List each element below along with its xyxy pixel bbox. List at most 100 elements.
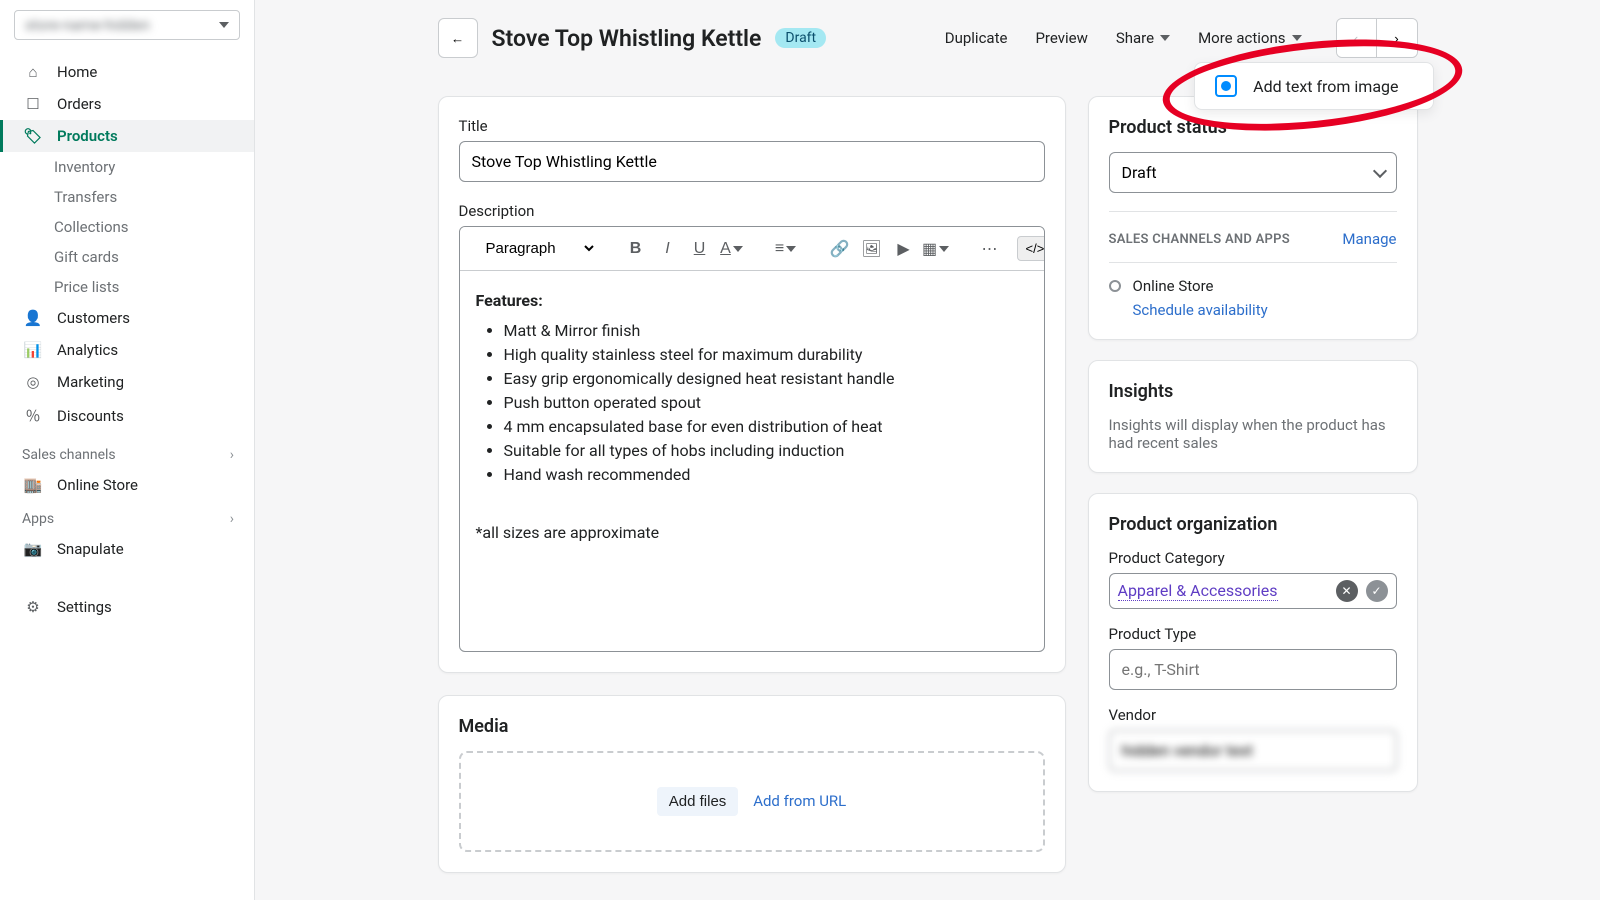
product-status-select[interactable]: Draft [1109, 152, 1397, 193]
status-badge: Draft [775, 28, 826, 48]
home-icon: ⌂ [23, 63, 43, 81]
camera-icon [1215, 75, 1237, 97]
chevron-right-icon: › [230, 447, 234, 463]
nav-inventory[interactable]: Inventory [0, 152, 254, 182]
status-dot-icon [1109, 280, 1121, 292]
media-dropzone[interactable]: Add files Add from URL [459, 751, 1045, 852]
share-button[interactable]: Share [1116, 29, 1170, 47]
feature-item: Push button operated spout [504, 391, 1028, 415]
code-view-button[interactable]: </> [1017, 236, 1045, 261]
clear-category-button[interactable]: ✕ [1336, 580, 1358, 602]
video-button[interactable]: ▶ [889, 234, 919, 264]
org-title: Product organization [1109, 514, 1397, 535]
align-button[interactable]: ≡ [771, 234, 801, 264]
category-label: Product Category [1109, 549, 1397, 567]
add-from-url-link[interactable]: Add from URL [753, 792, 846, 810]
target-icon: ◎ [23, 373, 43, 391]
nav-app-snapulate[interactable]: 📷 Snapulate [0, 533, 254, 565]
main: ← Stove Top Whistling Kettle Draft Dupli… [255, 0, 1600, 900]
orders-icon: ☐ [23, 95, 43, 113]
nav-transfers[interactable]: Transfers [0, 182, 254, 212]
product-status-title: Product status [1109, 117, 1397, 138]
x-icon: ✕ [1341, 584, 1351, 598]
store-name-blurred: store-name-hidden [25, 16, 150, 34]
nav-analytics[interactable]: 📊 Analytics [0, 334, 254, 366]
link-button[interactable]: 🔗 [825, 234, 855, 264]
table-button[interactable]: ▦ [921, 234, 951, 264]
code-icon: </> [1026, 241, 1045, 256]
nav-settings[interactable]: ⚙ Settings [0, 591, 254, 623]
chevron-down-icon [219, 22, 229, 28]
category-chip[interactable]: Apparel & Accessories [1118, 581, 1278, 601]
editor-style-select[interactable]: Paragraph [476, 233, 597, 264]
more-formats-button[interactable]: ⋯ [975, 234, 1005, 264]
underline-icon: U [694, 240, 706, 258]
manage-channels-link[interactable]: Manage [1342, 230, 1396, 248]
page-title: Stove Top Whistling Kettle [492, 25, 762, 52]
more-actions-button[interactable]: More actions [1198, 29, 1301, 47]
feature-item: High quality stainless steel for maximum… [504, 343, 1028, 367]
sidebar: store-name-hidden ⌂ Home ☐ Orders 🏷 Prod… [0, 0, 255, 900]
bold-icon: B [630, 240, 642, 258]
channels-heading: SALES CHANNELS AND APPS [1109, 232, 1290, 247]
nav-marketing[interactable]: ◎ Marketing [0, 366, 254, 398]
nav-collections[interactable]: Collections [0, 212, 254, 242]
apps-heading[interactable]: Apps › [0, 501, 254, 533]
vendor-input[interactable] [1109, 730, 1397, 771]
nav-orders[interactable]: ☐ Orders [0, 88, 254, 120]
features-list: Matt & Mirror finish High quality stainl… [504, 319, 1028, 487]
media-title: Media [459, 716, 1045, 737]
bold-button[interactable]: B [621, 234, 651, 264]
insights-body: Insights will display when the product h… [1109, 416, 1397, 452]
table-icon: ▦ [922, 239, 937, 259]
add-text-from-image-button[interactable]: Add text from image [1194, 62, 1433, 110]
schedule-availability-link[interactable]: Schedule availability [1133, 301, 1397, 319]
image-button[interactable]: 🖼 [857, 234, 887, 264]
title-input[interactable] [459, 141, 1045, 182]
nav-price-lists[interactable]: Price lists [0, 272, 254, 302]
chevron-down-icon [1292, 35, 1302, 41]
back-button[interactable]: ← [438, 18, 478, 58]
product-type-input[interactable] [1109, 649, 1397, 690]
tag-icon: 🏷 [23, 127, 43, 145]
discount-icon: ％ [23, 405, 43, 426]
store-icon: 🏬 [23, 476, 43, 494]
vendor-label: Vendor [1109, 706, 1397, 724]
preview-button[interactable]: Preview [1035, 29, 1087, 47]
product-organization-card: Product organization Product Category Ap… [1088, 493, 1418, 792]
gear-icon: ⚙ [23, 598, 43, 616]
nav-discounts[interactable]: ％ Discounts [0, 398, 254, 433]
title-label: Title [459, 117, 1045, 135]
category-field[interactable]: Apparel & Accessories ✕ ✓ [1109, 573, 1397, 609]
editor-toolbar: Paragraph B I U A [460, 227, 1044, 271]
store-selector[interactable]: store-name-hidden [14, 10, 240, 40]
person-icon: 👤 [23, 309, 43, 327]
dots-icon: ⋯ [982, 239, 998, 259]
confirm-category-button[interactable]: ✓ [1366, 580, 1388, 602]
nav-products[interactable]: 🏷 Products [0, 120, 254, 152]
media-card: Media Add files Add from URL [438, 695, 1066, 873]
prev-next-pager: ‹ › [1336, 18, 1418, 58]
next-product-button[interactable]: › [1377, 19, 1417, 57]
prev-product-button[interactable]: ‹ [1337, 19, 1377, 57]
chevron-right-icon: › [1394, 31, 1398, 46]
italic-button[interactable]: I [653, 234, 683, 264]
features-footnote: *all sizes are approximate [476, 521, 1028, 545]
channel-name: Online Store [1133, 277, 1214, 295]
chevron-down-icon [939, 246, 949, 252]
nav-gift-cards[interactable]: Gift cards [0, 242, 254, 272]
nav-customers[interactable]: 👤 Customers [0, 302, 254, 334]
add-files-button[interactable]: Add files [657, 787, 739, 816]
nav-online-store[interactable]: 🏬 Online Store [0, 469, 254, 501]
nav-home[interactable]: ⌂ Home [0, 56, 254, 88]
feature-item: Matt & Mirror finish [504, 319, 1028, 343]
feature-item: Easy grip ergonomically designed heat re… [504, 367, 1028, 391]
text-color-button[interactable]: A [717, 234, 747, 264]
add-text-from-image-wrapper: Add text from image [1194, 62, 1433, 110]
duplicate-button[interactable]: Duplicate [945, 29, 1008, 47]
features-heading: Features: [476, 291, 543, 310]
align-icon: ≡ [775, 240, 784, 258]
sales-channels-heading[interactable]: Sales channels › [0, 437, 254, 469]
editor-body[interactable]: Features: Matt & Mirror finish High qual… [460, 271, 1044, 651]
underline-button[interactable]: U [685, 234, 715, 264]
